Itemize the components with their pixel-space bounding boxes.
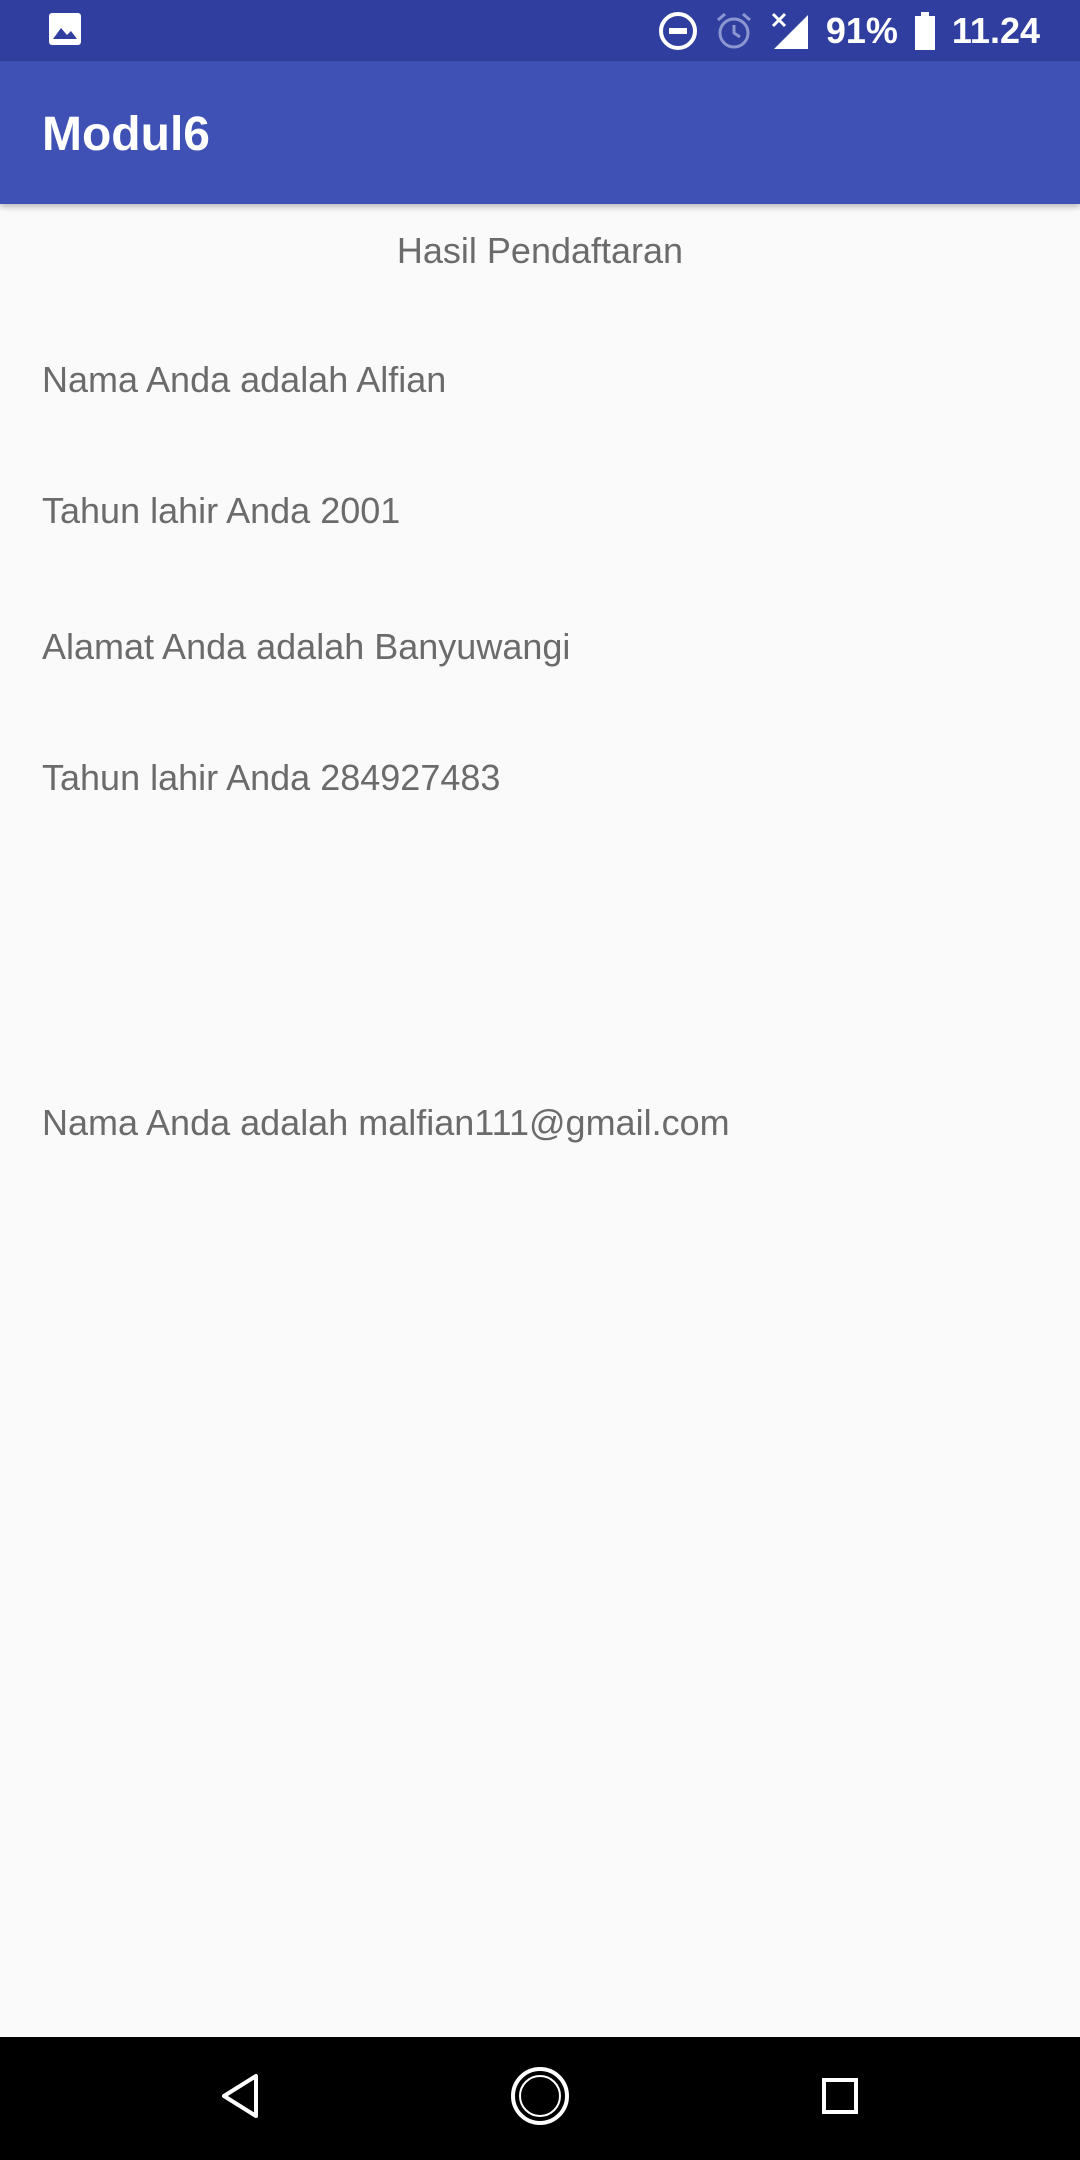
status-time: 11.24 [951,9,1040,51]
email-line: Nama Anda adalah malfian111@gmail.com [42,1102,730,1143]
recents-button[interactable] [770,2037,910,2160]
status-left [48,12,82,51]
phone-line: Tahun lahir Anda 284927483 [42,757,501,798]
signal-icon [770,11,810,51]
do-not-disturb-icon [658,11,698,51]
battery-icon [914,11,936,50]
status-right: 91% 11.24 [658,0,1040,61]
home-icon [508,2064,572,2133]
status-bar: 91% 11.24 [0,0,1080,61]
home-button[interactable] [470,2037,610,2160]
navigation-bar [0,2037,1080,2160]
back-icon [218,2072,262,2125]
alarm-icon [714,11,754,51]
battery-percent: 91% [825,9,898,51]
back-button[interactable] [170,2037,310,2160]
app-bar: Modul6 [0,61,1080,204]
recents-icon [820,2076,860,2121]
page-heading: Hasil Pendaftaran [396,230,684,271]
birth-year-line: Tahun lahir Anda 2001 [42,490,401,531]
app-title: Modul6 [42,108,210,161]
name-line: Nama Anda adalah Alfian [42,359,447,400]
gallery-icon [48,12,82,51]
address-line: Alamat Anda adalah Banyuwangi [42,626,571,667]
